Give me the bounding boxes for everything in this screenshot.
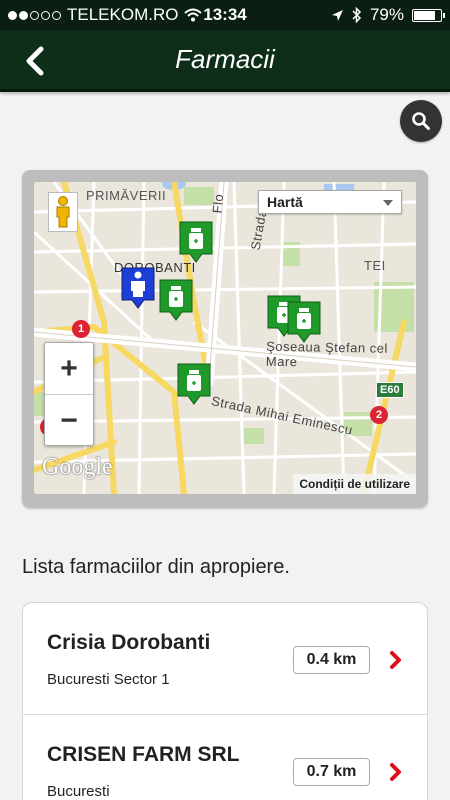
map-container: PRIMĂVERII DOROBANTI TEI Şoseaua Ştefan … (22, 170, 428, 508)
map-type-label: Hartă (267, 194, 303, 210)
pharmacy-icon (177, 363, 211, 405)
map-label-district: PRIMĂVERII (86, 188, 167, 203)
distance-badge: 0.7 km (293, 758, 370, 786)
page-title: Farmacii (175, 44, 275, 74)
battery-icon (412, 8, 445, 22)
location-arrow-icon (331, 9, 343, 21)
map-view[interactable]: PRIMĂVERII DOROBANTI TEI Şoseaua Ştefan … (34, 182, 416, 494)
zoom-in-button[interactable]: + (45, 343, 93, 395)
bluetooth-icon (352, 7, 362, 23)
pharmacy-name: CRISEN FARM SRL (47, 743, 240, 766)
pharmacy-marker[interactable] (158, 278, 194, 321)
navigation-bar: Farmacii (0, 30, 450, 92)
terms-of-use-link[interactable]: Condiții de utilizare (293, 474, 416, 494)
pharmacy-icon (179, 221, 213, 263)
road-sign-1: 1 (72, 320, 90, 338)
chevron-right-icon (390, 763, 401, 781)
street-view-pegman[interactable] (48, 192, 78, 232)
google-logo: Google (42, 454, 113, 480)
distance-badge: 0.4 km (293, 646, 370, 674)
pharmacy-marker[interactable] (178, 220, 214, 263)
pharmacy-marker[interactable] (286, 300, 322, 343)
road-sign-e60: E60 (376, 382, 404, 398)
map-label-street: Flo (209, 193, 227, 214)
pharmacy-address: Bucuresti Sector 1 (47, 671, 170, 688)
person-icon (121, 267, 155, 309)
user-location-marker[interactable] (120, 266, 156, 309)
chevron-right-icon (390, 651, 401, 669)
list-item[interactable]: Crisia Dorobanti Bucuresti Sector 1 0.4 … (23, 603, 427, 715)
list-item[interactable]: CRISEN FARM SRL Bucuresti 0.7 km (23, 715, 427, 800)
map-label-district: TEI (364, 258, 386, 273)
map-base (34, 182, 416, 494)
road-sign-2: 2 (370, 406, 388, 424)
map-type-select[interactable]: Hartă (258, 190, 402, 214)
pegman-icon (56, 196, 70, 228)
zoom-control: + − (44, 342, 94, 446)
search-icon (412, 112, 430, 130)
battery-percent: 79% (369, 5, 404, 24)
pharmacy-icon (159, 279, 193, 321)
search-button[interactable] (400, 100, 442, 142)
zoom-out-button[interactable]: − (45, 395, 93, 447)
pharmacy-address: Bucuresti (47, 783, 110, 800)
pharmacy-marker[interactable] (176, 362, 212, 405)
pharmacy-list: Crisia Dorobanti Bucuresti Sector 1 0.4 … (22, 602, 428, 800)
chevron-down-icon (383, 200, 393, 206)
pharmacy-name: Crisia Dorobanti (47, 631, 211, 654)
pharmacy-icon (287, 301, 321, 343)
list-heading: Lista farmaciilor din apropiere. (22, 556, 290, 578)
status-bar: TELEKOM.RO 13:34 79% (0, 0, 450, 30)
